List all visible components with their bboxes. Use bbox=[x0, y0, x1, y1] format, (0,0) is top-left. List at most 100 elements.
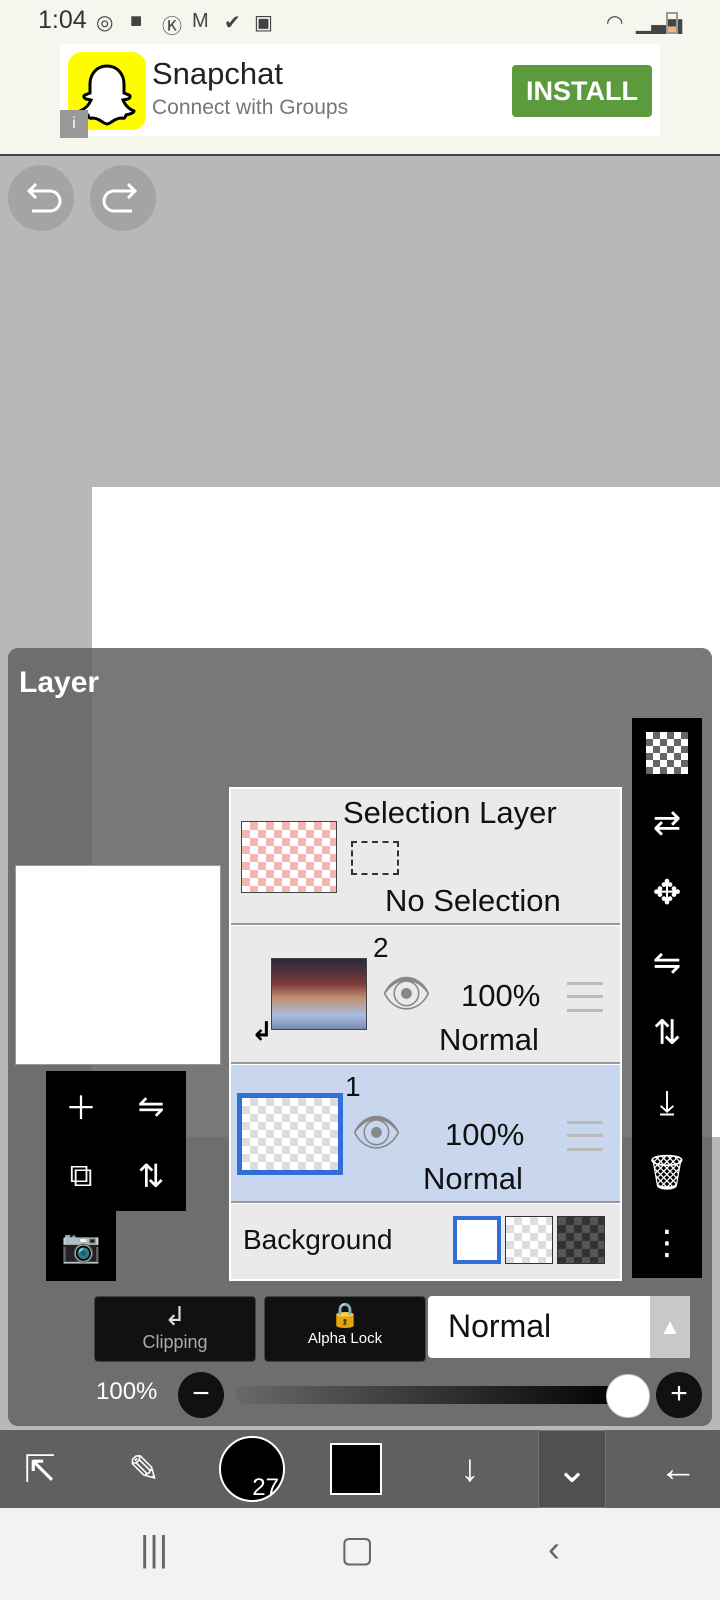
flip-horizontal-icon: ⇋ bbox=[652, 944, 682, 982]
selection-layer-row[interactable]: Selection Layer No Selection bbox=[231, 789, 620, 925]
alpha-lock-label: Alpha Lock bbox=[307, 1330, 383, 1347]
redo-button[interactable] bbox=[90, 165, 156, 231]
undo-button[interactable] bbox=[8, 165, 74, 231]
layer-1-number: 1 bbox=[345, 1071, 361, 1102]
ad-info-icon[interactable]: i bbox=[60, 110, 88, 138]
background-label: Background bbox=[243, 1224, 393, 1255]
layer-1-thumbnail bbox=[237, 1093, 343, 1175]
visibility-eye-icon[interactable]: 👁 bbox=[351, 1109, 402, 1156]
background-row[interactable]: Background bbox=[231, 1204, 620, 1279]
flip-v-button[interactable]: ⇅ bbox=[632, 998, 702, 1068]
more-button[interactable]: ⋮ bbox=[632, 1208, 702, 1278]
image-icon: ▣ bbox=[254, 12, 273, 34]
check-icon: ✔ bbox=[224, 12, 241, 34]
down-arrow-button[interactable]: ↓ bbox=[430, 1430, 510, 1508]
swap-icon: ⇄ bbox=[652, 804, 682, 842]
layer-1-opacity: 100% bbox=[445, 1117, 525, 1152]
lock-alpha-icon: 🔒 bbox=[330, 1302, 360, 1329]
dropdown-arrow-icon[interactable]: ▲ bbox=[650, 1296, 690, 1358]
chevron-double-down-icon: ⌄ bbox=[556, 1448, 588, 1491]
opacity-value: 100% bbox=[96, 1378, 158, 1405]
more-vertical-icon: ⋮ bbox=[650, 1224, 684, 1262]
layer-row-1[interactable]: 1 👁 100% Normal bbox=[231, 1065, 620, 1203]
drag-handle-icon[interactable] bbox=[567, 982, 603, 1012]
ad-title: Snapchat bbox=[152, 56, 283, 91]
color-swatch-button[interactable] bbox=[326, 1430, 386, 1508]
blend-mode-value: Normal bbox=[448, 1308, 552, 1344]
background-dark-swatch[interactable] bbox=[557, 1216, 605, 1264]
brush-size-button[interactable]: 27 bbox=[216, 1430, 288, 1508]
layer-list: Selection Layer No Selection ↲ 2 👁 100% … bbox=[229, 787, 622, 1281]
clock: 1:04 bbox=[38, 6, 87, 34]
wifi-icon: ◠ bbox=[606, 12, 624, 34]
camera-button[interactable]: 📷 bbox=[46, 1211, 116, 1281]
trash-icon: 🗑 bbox=[645, 1154, 689, 1192]
redo-icon bbox=[102, 182, 138, 213]
clipping-arrow-icon: ↲ bbox=[251, 1016, 273, 1046]
move-icon: ✥ bbox=[652, 874, 682, 912]
back-button[interactable]: ← bbox=[636, 1430, 720, 1508]
k-icon: Ⓚ bbox=[162, 16, 182, 38]
layer-2-blend: Normal bbox=[439, 1022, 539, 1057]
back-icon[interactable]: ‹ bbox=[548, 1528, 560, 1570]
layer-2-number: 2 bbox=[373, 932, 389, 963]
opacity-decrease-button[interactable]: − bbox=[178, 1372, 224, 1418]
layer-row-2[interactable]: ↲ 2 👁 100% Normal bbox=[231, 926, 620, 1064]
transform-tool-button[interactable]: ⇱ bbox=[0, 1430, 80, 1508]
clipping-label: Clipping bbox=[142, 1332, 208, 1352]
selection-thumbnail bbox=[241, 821, 337, 893]
brush-icon: ✎ bbox=[128, 1448, 160, 1491]
layer-preview bbox=[15, 865, 221, 1065]
ad-banner: i Snapchat Connect with Groups INSTALL bbox=[0, 44, 720, 156]
reference-button[interactable]: ⇄ bbox=[632, 788, 702, 858]
gmail-icon: M bbox=[192, 10, 209, 32]
color-swatch bbox=[330, 1443, 382, 1495]
alpha-lock-button[interactable]: 🔒 Alpha Lock bbox=[264, 1296, 426, 1362]
delete-layer-button[interactable]: 🗑 bbox=[632, 1138, 702, 1208]
layer-1-blend: Normal bbox=[423, 1161, 523, 1196]
brush-tool-button[interactable]: ✎ bbox=[104, 1430, 184, 1508]
recent-apps-icon[interactable]: ||| bbox=[140, 1528, 168, 1570]
checker-icon bbox=[646, 732, 688, 774]
transform-eraser-icon: ⇱ bbox=[24, 1448, 56, 1491]
status-bar: 1:04 ◎ ■ Ⓚ M ✔ ▣ ◠ ▁▃▅ bbox=[0, 0, 720, 44]
selection-status: No Selection bbox=[385, 883, 561, 918]
brush-size-icon: 27 bbox=[219, 1436, 285, 1502]
arrow-down-icon: ↓ bbox=[460, 1447, 480, 1490]
clipping-button[interactable]: ↲ Clipping bbox=[94, 1296, 256, 1362]
left-actions: ＋ ⇋ ⧉ ⇅ 📷 bbox=[46, 1071, 188, 1281]
background-transparent-swatch[interactable] bbox=[505, 1216, 553, 1264]
flip-horizontal-button[interactable]: ⇋ bbox=[116, 1071, 186, 1141]
transparency-button[interactable] bbox=[632, 718, 702, 788]
background-white-swatch[interactable] bbox=[453, 1216, 501, 1264]
opacity-slider-thumb[interactable] bbox=[606, 1374, 650, 1418]
merge-down-button[interactable]: ⤓ bbox=[632, 1068, 702, 1138]
layer-2-thumbnail bbox=[271, 958, 367, 1030]
flip-vertical-icon: ⇅ bbox=[137, 1158, 165, 1194]
selection-marquee-icon bbox=[351, 841, 399, 875]
flip-vertical-button[interactable]: ⇅ bbox=[116, 1141, 186, 1211]
install-button[interactable]: INSTALL bbox=[512, 65, 652, 117]
bottom-toolbar: ⇱ ✎ 27 ↓ ⌄ ← bbox=[0, 1430, 720, 1508]
opacity-increase-button[interactable]: + bbox=[656, 1372, 702, 1418]
add-layer-button[interactable]: ＋ bbox=[46, 1071, 116, 1141]
collapse-button[interactable]: ⌄ bbox=[538, 1430, 606, 1508]
duplicate-layer-button[interactable]: ⧉ bbox=[46, 1141, 116, 1211]
ad-card[interactable]: i Snapchat Connect with Groups INSTALL bbox=[60, 44, 660, 138]
battery-icon bbox=[666, 12, 678, 34]
blend-mode-select[interactable]: Normal ▲ bbox=[428, 1296, 690, 1358]
drag-handle-icon[interactable] bbox=[567, 1121, 603, 1151]
plus-icon: ＋ bbox=[64, 1090, 97, 1126]
opacity-slider[interactable] bbox=[236, 1386, 628, 1404]
home-icon[interactable]: ▢ bbox=[340, 1528, 374, 1570]
selection-layer-name: Selection Layer bbox=[343, 795, 557, 830]
visibility-eye-icon[interactable]: 👁 bbox=[381, 970, 432, 1017]
undo-icon bbox=[26, 182, 62, 213]
system-nav-bar: ||| ▢ ‹ bbox=[0, 1508, 720, 1600]
sync-icon: ◎ bbox=[96, 12, 114, 34]
move-button[interactable]: ✥ bbox=[632, 858, 702, 928]
clipping-icon: ↲ bbox=[164, 1301, 186, 1331]
chat-icon: ■ bbox=[130, 10, 143, 32]
flip-h-button[interactable]: ⇋ bbox=[632, 928, 702, 998]
ad-subtitle: Connect with Groups bbox=[152, 96, 349, 119]
